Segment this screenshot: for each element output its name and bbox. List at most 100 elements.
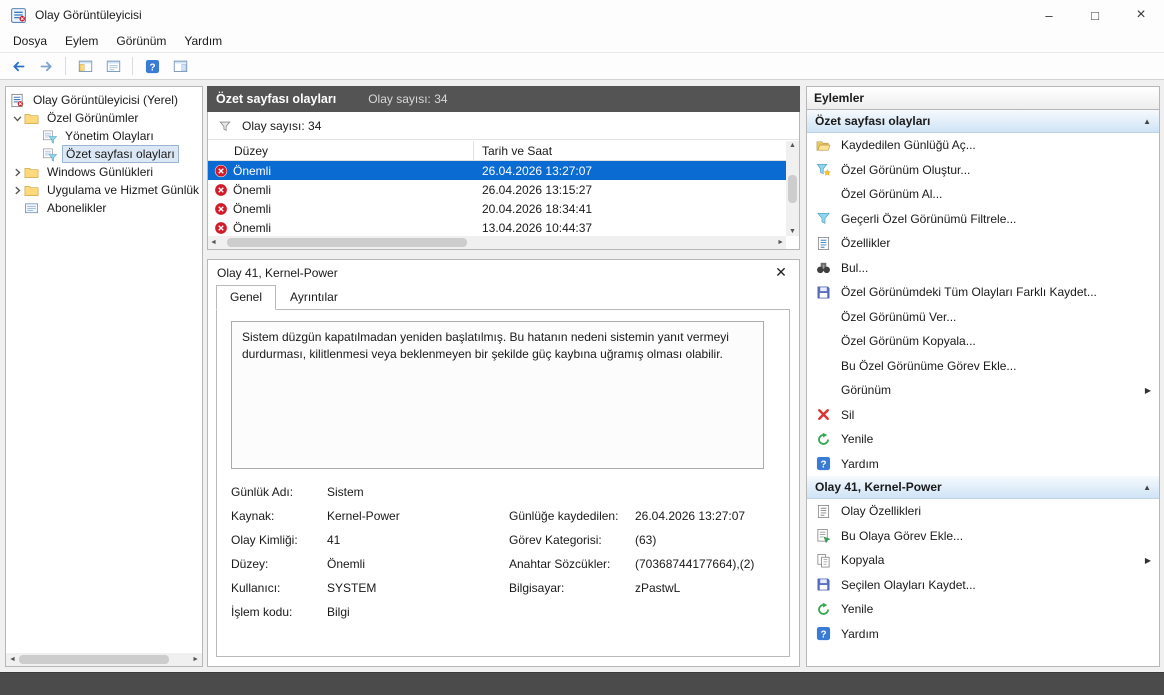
help-toolbar-button[interactable]: ? [140,55,164,77]
tree-horizontal-scrollbar[interactable]: ◄ ► [6,653,202,666]
action-save-selected-events[interactable]: Seçilen Olayları Kaydet... [807,573,1159,598]
scrollbar-thumb[interactable] [788,175,797,203]
action-label: Kaydedilen Günlüğü Aç... [841,138,976,152]
action-attach-task-to-event[interactable]: Bu Olaya Görev Ekle... [807,524,1159,549]
tree-item-label: Uygulama ve Hizmet Günlük [44,182,202,198]
folder-icon [24,165,40,179]
menu-view[interactable]: Görünüm [107,32,175,50]
scroll-right-icon[interactable]: ► [189,656,202,663]
action-help[interactable]: ? Yardım [807,452,1159,477]
blank-icon [816,333,833,349]
event-list-vertical-scrollbar[interactable]: ▲ ▼ [786,141,799,236]
actions-pane-title: Eylemler [807,87,1159,110]
view-header: Özet sayfası olayları Olay sayısı: 34 [207,86,800,112]
action-filter-current-custom-view[interactable]: Geçerli Özel Görünümü Filtrele... [807,207,1159,232]
toolbar-separator [132,57,133,75]
detail-title-bar: Olay 41, Kernel-Power ✕ [208,260,799,285]
action-properties[interactable]: Özellikler [807,231,1159,256]
action-copy[interactable]: Kopyala ▶ [807,548,1159,573]
properties-icon [816,235,833,251]
event-list-horizontal-scrollbar[interactable]: ◄ ► [208,236,786,249]
scroll-left-icon[interactable]: ◄ [6,656,19,663]
tab-details[interactable]: Ayrıntılar [276,285,352,309]
menu-action[interactable]: Eylem [56,32,107,50]
event-detail-pane: Olay 41, Kernel-Power ✕ Genel Ayrıntılar… [207,259,800,667]
tree-item-summary-page-events[interactable]: Özet sayfası olayları [6,145,202,163]
column-header-datetime[interactable]: Tarih ve Saat [474,141,786,160]
console-tree-toggle-button[interactable] [73,55,97,77]
close-button[interactable]: × [1118,0,1164,30]
tree-item-administrative-events[interactable]: Yönetim Olayları [6,127,202,145]
table-row[interactable]: Önemli 13.04.2026 10:44:37 [208,218,786,236]
forward-button[interactable] [34,55,58,77]
scrollbar-thumb[interactable] [19,655,169,664]
action-label: Yardım [841,457,879,471]
action-export-custom-view[interactable]: Özel Görünümü Ver... [807,305,1159,330]
action-view-submenu[interactable]: Görünüm ▶ [807,378,1159,403]
action-label: Bul... [841,261,868,275]
blank-icon [816,382,833,398]
action-pane-toggle-button[interactable] [168,55,192,77]
action-label: Yardım [841,627,879,641]
filter-icon [816,211,833,227]
menu-help[interactable]: Yardım [175,32,231,50]
center-panel: Özet sayfası olayları Olay sayısı: 34 Ol… [207,86,800,667]
field-row: Düzey: Önemli Anahtar Sözcükler: (703687… [231,557,775,581]
scroll-down-icon[interactable]: ▼ [789,228,796,235]
scrollbar-thumb[interactable] [227,238,467,247]
scroll-up-icon[interactable]: ▲ [789,142,796,149]
chevron-right-icon[interactable] [10,186,24,195]
back-button[interactable] [6,55,30,77]
minimize-button[interactable]: – [1026,0,1072,30]
action-refresh[interactable]: Yenile [807,427,1159,452]
tab-general[interactable]: Genel [216,285,276,310]
action-find[interactable]: Bul... [807,256,1159,281]
properties-toolbar-button[interactable] [101,55,125,77]
section-header-label: Özet sayfası olayları [815,114,930,128]
error-level-icon [214,183,228,197]
scroll-left-icon[interactable]: ◄ [210,239,217,246]
action-event-properties[interactable]: Olay Özellikleri [807,499,1159,524]
action-open-saved-log[interactable]: Kaydedilen Günlüğü Aç... [807,133,1159,158]
table-row[interactable]: Önemli 26.04.2026 13:15:27 [208,180,786,199]
folder-icon [24,111,40,125]
event-description[interactable]: Sistem düzgün kapatılmadan yeniden başla… [231,321,764,469]
console-tree-panel: Olay Görüntüleyicisi (Yerel) Özel Görünü… [5,86,203,667]
submenu-arrow-icon: ▶ [1145,556,1151,565]
action-attach-task-to-custom-view[interactable]: Bu Özel Görünüme Görev Ekle... [807,354,1159,379]
svg-text:?: ? [149,62,155,73]
blank-icon [816,358,833,374]
action-delete[interactable]: Sil [807,403,1159,428]
menu-file[interactable]: Dosya [4,32,56,50]
field-value: SYSTEM [327,581,509,595]
tree-item-custom-views[interactable]: Özel Görünümler [6,109,202,127]
chevron-right-icon[interactable] [10,168,24,177]
action-import-custom-view[interactable]: Özel Görünüm Al... [807,182,1159,207]
tree-item-windows-logs[interactable]: Windows Günlükleri [6,163,202,181]
field-label: Günlüğe kaydedilen: [509,509,635,523]
tree-item-subscriptions[interactable]: Abonelikler [6,199,202,217]
event-table: Düzey Tarih ve Saat Önemli 26.04.2026 13… [208,141,786,236]
view-event-count: Olay sayısı: 34 [368,92,447,106]
field-label: Günlük Adı: [231,485,327,499]
table-row[interactable]: Önemli 26.04.2026 13:27:07 [208,161,786,180]
action-save-all-events-as[interactable]: Özel Görünümdeki Tüm Olayları Farklı Kay… [807,280,1159,305]
detail-close-button[interactable]: ✕ [772,264,790,281]
action-create-custom-view[interactable]: Özel Görünüm Oluştur... [807,158,1159,183]
actions-section-header-view[interactable]: Özet sayfası olayları ▲ [807,110,1159,133]
maximize-button[interactable]: □ [1072,0,1118,30]
toolbar: ? [0,52,1164,80]
actions-section-header-event[interactable]: Olay 41, Kernel-Power ▲ [807,476,1159,499]
tree-item-applications-services-logs[interactable]: Uygulama ve Hizmet Günlük [6,181,202,199]
collapse-icon[interactable]: ▲ [1143,483,1151,492]
collapse-icon[interactable]: ▲ [1143,117,1151,126]
tree-item-root[interactable]: Olay Görüntüleyicisi (Yerel) [6,91,202,109]
table-row[interactable]: Önemli 20.04.2026 18:34:41 [208,199,786,218]
column-header-level[interactable]: Düzey [208,141,474,160]
action-help-event[interactable]: ? Yardım [807,622,1159,647]
detail-tabs: Genel Ayrıntılar [208,285,799,309]
chevron-down-icon[interactable] [10,114,24,123]
scroll-right-icon[interactable]: ► [777,239,784,246]
action-copy-custom-view[interactable]: Özel Görünüm Kopyala... [807,329,1159,354]
action-refresh-event[interactable]: Yenile [807,597,1159,622]
